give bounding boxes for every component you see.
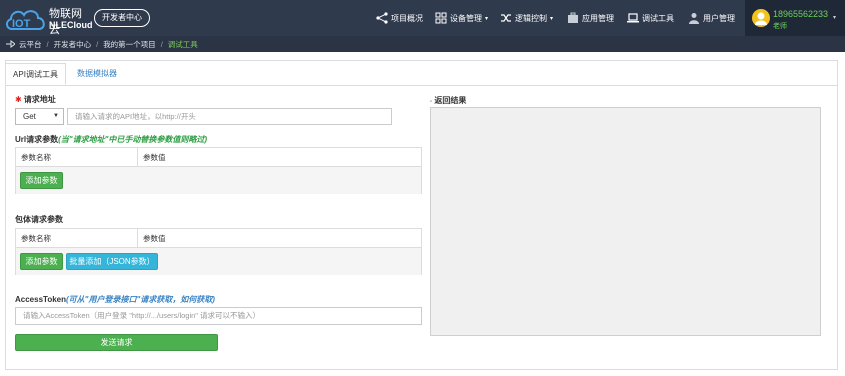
result-label-text: 返回结果	[434, 96, 467, 105]
nav-item-app-management[interactable]: 应用管理	[567, 0, 614, 36]
col-param-name: 参数名称	[21, 234, 51, 243]
nav-item-logic-control[interactable]: 逻辑控制 ▾	[500, 0, 553, 36]
chevron-down-icon: ▾	[833, 15, 837, 21]
developer-center-button[interactable]: 开发者中心	[94, 9, 150, 27]
grid-icon	[435, 12, 447, 24]
chevron-down-icon: ▼	[53, 113, 59, 119]
url-label: ✱ 请求地址	[15, 94, 56, 105]
user-name: 18965562233	[773, 9, 829, 19]
breadcrumb-item[interactable]: 云平台	[19, 39, 42, 50]
url-params-label: Url请求参数(当"请求地址"中已手动替换参数值则略过)	[15, 134, 207, 145]
nav-label: 项目概况	[391, 13, 423, 23]
bullet-icon: ▫	[430, 99, 433, 105]
hand-pointer-icon	[6, 40, 15, 48]
laptop-icon	[627, 13, 639, 23]
top-navbar: IOT 物联网云 NLECloud 开发者中心 项目概况 设备管理 ▾ 逻辑控制…	[0, 0, 845, 36]
breadcrumb-separator: /	[46, 39, 49, 49]
url-params-label-text: Url请求参数	[15, 135, 59, 144]
brand-logo[interactable]: IOT 物联网云 NLECloud	[4, 3, 93, 36]
share-nodes-icon	[376, 12, 388, 24]
cloud-logo-icon: IOT	[6, 10, 45, 30]
chevron-down-icon: ▾	[550, 15, 554, 22]
url-input[interactable]: 请输入请求的API地址，以http://开头	[67, 108, 392, 125]
column-divider	[137, 148, 138, 167]
nav-label: 设备管理	[450, 13, 482, 23]
table-header: 参数名称 参数值	[16, 229, 421, 248]
breadcrumb-item[interactable]: 开发者中心	[54, 39, 92, 50]
access-token-input[interactable]: 请输入AccessToken（用户登录 "http://.../users/lo…	[15, 307, 422, 325]
send-request-button[interactable]: 发送请求	[15, 334, 218, 351]
batch-add-json-button[interactable]: 批量添加（JSON参数）	[66, 253, 158, 270]
url-label-text: 请求地址	[23, 95, 56, 104]
avatar-person-icon	[755, 12, 767, 25]
nav-label: 逻辑控制	[515, 13, 547, 23]
col-param-value: 参数值	[143, 153, 166, 162]
nav-item-device-management[interactable]: 设备管理 ▾	[435, 0, 488, 36]
user-role: 老师	[773, 23, 787, 30]
required-asterisk-icon: ✱	[15, 95, 22, 104]
col-param-name: 参数名称	[21, 153, 51, 162]
nav-label: 应用管理	[582, 13, 614, 23]
chevron-down-icon: ▾	[485, 15, 489, 22]
column-divider	[137, 229, 138, 248]
nav-item-user-management[interactable]: 用户管理	[688, 0, 735, 36]
nav-item-project-overview[interactable]: 项目概况	[376, 0, 423, 36]
brand-en: NLECloud	[49, 20, 93, 30]
user-icon	[689, 13, 699, 24]
method-value: Get	[23, 112, 36, 121]
body-params-label: 包体请求参数	[15, 215, 63, 224]
tab-data-simulator[interactable]: 数据模拟器	[75, 63, 119, 85]
add-body-param-button[interactable]: 添加参数	[20, 253, 63, 270]
breadcrumb-separator: /	[96, 39, 99, 49]
nav-item-debug-tools[interactable]: 调试工具	[627, 0, 674, 36]
col-param-value: 参数值	[143, 234, 166, 243]
nav-label: 用户管理	[703, 13, 735, 23]
token-label: AccessToken(可从"用户登录接口"请求获取，如何获取)	[15, 294, 215, 305]
result-output-box[interactable]	[430, 107, 821, 336]
table-body	[16, 167, 421, 194]
user-menu[interactable]: 18965562233 老师 ▾	[745, 0, 845, 36]
shuffle-icon	[501, 14, 511, 22]
briefcase-icon	[568, 12, 578, 23]
token-hint-link[interactable]: (可从"用户登录接口"请求获取，如何获取)	[66, 295, 215, 304]
tab-api-debug[interactable]: API调试工具	[5, 63, 66, 85]
result-label: ▫ 返回结果	[430, 95, 466, 106]
avatar	[752, 9, 770, 27]
nav-label: 调试工具	[642, 13, 674, 23]
svg-text:IOT: IOT	[12, 18, 31, 30]
breadcrumb-current: 调试工具	[167, 39, 198, 49]
breadcrumb-item[interactable]: 我的第一个项目	[103, 39, 156, 50]
table-header: 参数名称 参数值	[16, 148, 421, 167]
method-select[interactable]: Get ▼	[15, 108, 64, 125]
token-label-text: AccessToken	[15, 295, 66, 304]
breadcrumb-separator: /	[160, 39, 163, 49]
tab-divider	[5, 85, 838, 86]
add-url-param-button[interactable]: 添加参数	[20, 172, 63, 189]
url-params-hint: (当"请求地址"中已手动替换参数值则略过)	[58, 135, 208, 144]
url-params-table: 参数名称 参数值	[15, 147, 422, 194]
breadcrumb: 云平台 / 开发者中心 / 我的第一个项目 / 调试工具	[0, 36, 845, 52]
